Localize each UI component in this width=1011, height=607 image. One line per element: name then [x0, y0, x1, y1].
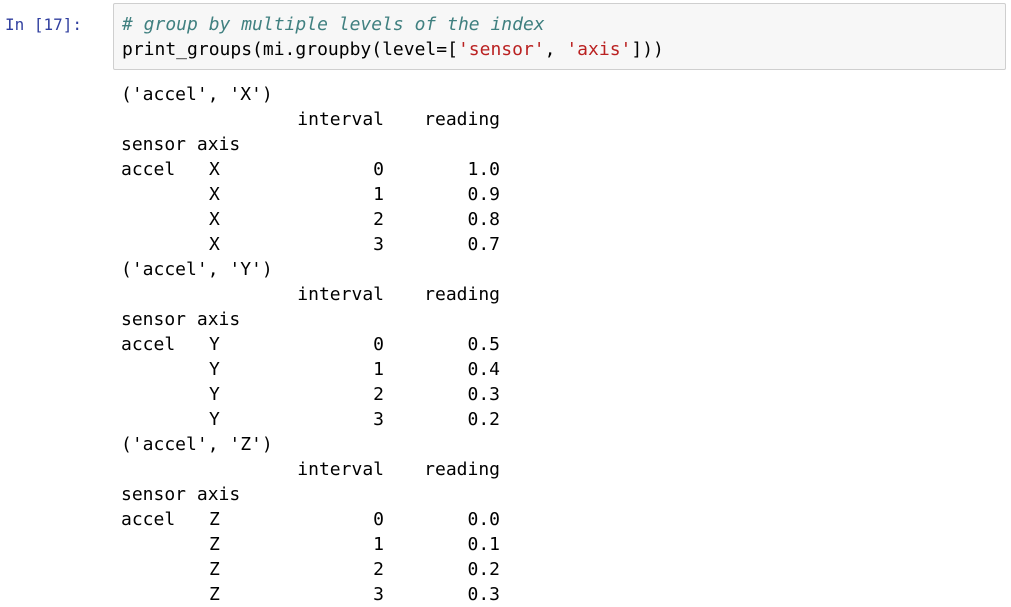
column-header-reading: reading: [424, 459, 500, 480]
cell-interval: 2: [373, 209, 384, 230]
table-row: X 2 0.8: [121, 207, 1001, 232]
cell-axis: X: [209, 159, 220, 180]
table-row: accel Z 0 0.0: [121, 507, 1001, 532]
cell-reading: 0.8: [467, 209, 500, 230]
cell-sensor: accel: [121, 159, 176, 180]
cell-reading: 0.3: [467, 584, 500, 605]
table-row: X 3 0.7: [121, 232, 1001, 257]
cell-axis: Y: [209, 409, 220, 430]
cell-axis: Z: [209, 584, 220, 605]
column-header-interval: interval: [297, 459, 384, 480]
code-call-suffix: ])): [631, 39, 664, 60]
group-title: ('accel', 'X'): [121, 84, 273, 105]
input-prompt: In [17]:: [5, 15, 83, 34]
index-names-row: sensor axis: [121, 484, 241, 505]
cell-axis: Y: [209, 359, 220, 380]
code-separator: ,: [544, 39, 567, 60]
cell-axis: Z: [209, 534, 220, 555]
cell-interval: 2: [373, 559, 384, 580]
cell-reading: 0.2: [467, 559, 500, 580]
cell-reading: 0.2: [467, 409, 500, 430]
code-line-comment: # group by multiple levels of the index: [122, 13, 545, 37]
cell-axis: X: [209, 209, 220, 230]
table-row: X 1 0.9: [121, 182, 1001, 207]
cell-interval: 2: [373, 384, 384, 405]
cell-reading: 0.9: [467, 184, 500, 205]
cell-reading: 0.1: [467, 534, 500, 555]
cell-axis: X: [209, 184, 220, 205]
code-string-sensor: 'sensor': [457, 39, 545, 60]
table-row: Y 3 0.2: [121, 407, 1001, 432]
cell-reading: 0.7: [467, 234, 500, 255]
index-names-row: sensor axis: [121, 309, 241, 330]
column-header-row: interval reading: [121, 457, 1001, 482]
column-header-reading: reading: [424, 109, 500, 130]
group-title: ('accel', 'Y'): [121, 259, 273, 280]
cell-axis: Z: [209, 509, 220, 530]
cell-sensor: accel: [121, 509, 176, 530]
code-input-area[interactable]: # group by multiple levels of the index …: [113, 3, 1006, 70]
cell-reading: 0.4: [467, 359, 500, 380]
table-row: Y 1 0.4: [121, 357, 1001, 382]
cell-interval: 0: [373, 159, 384, 180]
cell-reading: 0.3: [467, 384, 500, 405]
code-comment: # group by multiple levels of the index: [122, 14, 545, 35]
column-header-row: interval reading: [121, 107, 1001, 132]
cell-interval: 1: [373, 184, 384, 205]
table-row: Z 3 0.3: [121, 582, 1001, 607]
column-header-reading: reading: [424, 284, 500, 305]
column-header-row: interval reading: [121, 282, 1001, 307]
code-string-axis: 'axis': [566, 39, 632, 60]
group-title: ('accel', 'Z'): [121, 434, 273, 455]
cell-axis: Y: [209, 334, 220, 355]
cell-interval: 1: [373, 359, 384, 380]
table-row: accel X 0 1.0: [121, 157, 1001, 182]
table-row: Z 2 0.2: [121, 557, 1001, 582]
table-row: Z 1 0.1: [121, 532, 1001, 557]
cell-interval: 3: [373, 584, 384, 605]
cell-reading: 0.5: [467, 334, 500, 355]
cell-interval: 3: [373, 409, 384, 430]
cell-interval: 0: [373, 334, 384, 355]
cell-axis: Y: [209, 384, 220, 405]
column-header-interval: interval: [297, 284, 384, 305]
cell-interval: 0: [373, 509, 384, 530]
cell-sensor: accel: [121, 334, 176, 355]
code-call-prefix: print_groups(mi.groupby(level=[: [122, 39, 458, 60]
cell-axis: X: [209, 234, 220, 255]
table-row: accel Y 0 0.5: [121, 332, 1001, 357]
cell-output: ('accel', 'X') interval reading sensor axis…: [121, 82, 1001, 607]
cell-axis: Z: [209, 559, 220, 580]
column-header-interval: interval: [297, 109, 384, 130]
cell-reading: 1.0: [467, 159, 500, 180]
table-row: Y 2 0.3: [121, 382, 1001, 407]
cell-interval: 1: [373, 534, 384, 555]
index-names-row: sensor axis: [121, 134, 241, 155]
code-line-call: print_groups(mi.groupby(level=['sensor',…: [122, 38, 664, 62]
cell-reading: 0.0: [467, 509, 500, 530]
cell-interval: 3: [373, 234, 384, 255]
